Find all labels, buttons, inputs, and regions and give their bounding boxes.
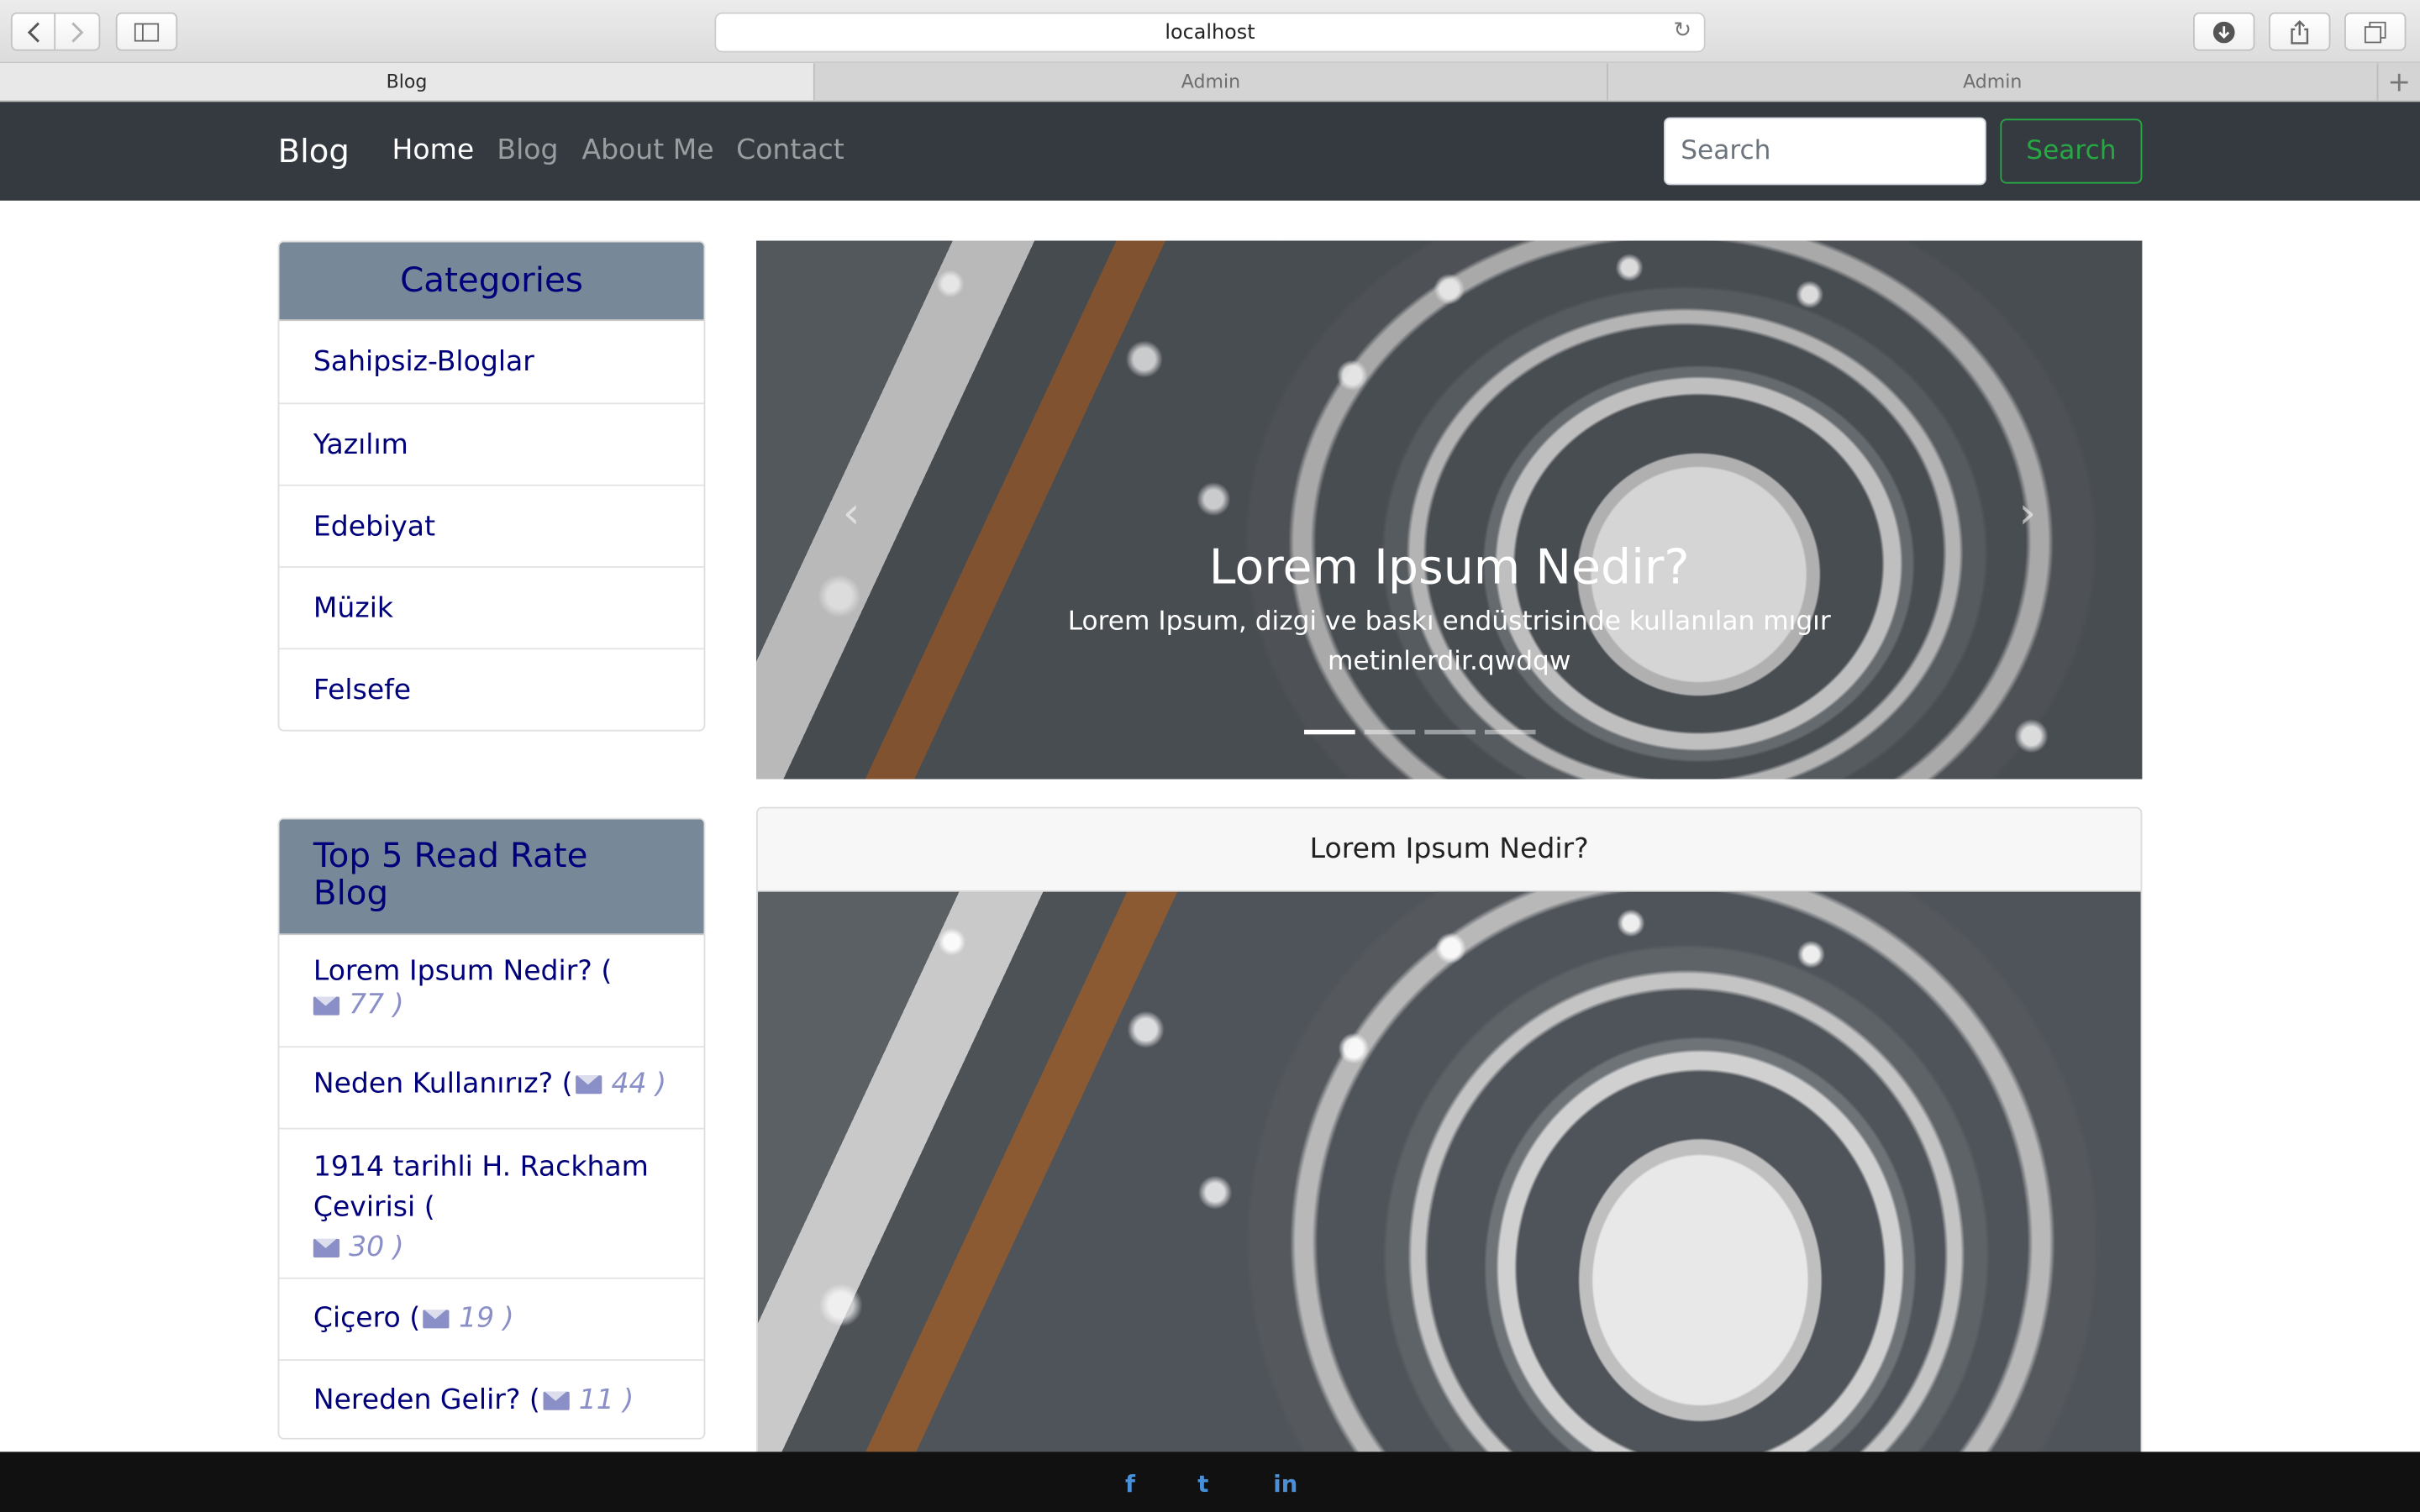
- tab-bar: Blog Admin Admin +: [0, 63, 2420, 102]
- share-button[interactable]: [2269, 12, 2331, 51]
- carousel-indicator[interactable]: [1364, 729, 1416, 735]
- count-close: ): [502, 1302, 514, 1335]
- new-tab-icon[interactable]: +: [2378, 63, 2420, 100]
- envelope-icon: [313, 996, 340, 1016]
- post-title[interactable]: Lorem Ipsum Nedir?: [757, 808, 2141, 892]
- forward-button[interactable]: [55, 12, 101, 51]
- read-count: 11: [578, 1383, 614, 1417]
- site-navbar: Blog Home Blog About Me Contact Search S…: [0, 102, 2420, 201]
- envelope-icon: [543, 1391, 570, 1410]
- nav-link-contact[interactable]: Contact: [736, 134, 844, 167]
- read-count: 77: [349, 989, 385, 1021]
- downloads-button[interactable]: [2193, 12, 2255, 51]
- nav-link-about[interactable]: About Me: [581, 134, 713, 167]
- top-blog-title: Nereden Gelir? (: [313, 1383, 540, 1417]
- top-blogs-title: Top 5 Read Rate Blog: [279, 819, 704, 936]
- envelope-icon: [313, 1238, 340, 1257]
- top-blog-title: Çiçero (: [313, 1302, 421, 1335]
- nav-link-blog[interactable]: Blog: [497, 134, 558, 167]
- sidebar-toggle-button[interactable]: [115, 12, 178, 51]
- carousel-caption: Lorem Ipsum Nedir? Lorem Ipsum, dizgi ve…: [1026, 537, 1872, 682]
- top-blog-item[interactable]: Nereden Gelir? ( 11 ): [279, 1359, 704, 1438]
- read-count: 19: [459, 1302, 495, 1335]
- category-item[interactable]: Müzik: [279, 566, 704, 648]
- back-button[interactable]: [10, 12, 56, 51]
- download-icon: [2212, 20, 2235, 43]
- site-footer: f t in: [0, 1452, 2420, 1512]
- facebook-icon[interactable]: f: [1125, 1470, 1135, 1498]
- chevron-right-icon: [71, 21, 84, 42]
- top-blog-title: 1914 tarihli H. Rackham Çevirisi (: [313, 1151, 649, 1224]
- search-button[interactable]: Search: [2000, 118, 2143, 184]
- top-blog-item[interactable]: Lorem Ipsum Nedir? ( 77 ): [279, 935, 703, 1046]
- categories-title: Categories: [279, 242, 704, 322]
- top-blog-title: Lorem Ipsum Nedir? (: [313, 954, 613, 988]
- carousel-indicator[interactable]: [1304, 729, 1355, 735]
- top-blogs-card: Top 5 Read Rate Blog Lorem Ipsum Nedir? …: [277, 817, 706, 1440]
- carousel-next-icon[interactable]: ›: [2018, 487, 2036, 538]
- post-card: Lorem Ipsum Nedir?: [756, 806, 2143, 1512]
- count-close: ): [392, 1231, 404, 1264]
- twitter-icon[interactable]: t: [1197, 1470, 1208, 1498]
- navbar-brand[interactable]: Blog: [278, 133, 350, 170]
- nav-link-home[interactable]: Home: [392, 134, 475, 167]
- category-item[interactable]: Yazılım: [279, 402, 704, 484]
- tabs-overview-button[interactable]: [2344, 12, 2407, 51]
- sidebar-icon: [134, 22, 160, 41]
- read-count: 44: [611, 1068, 647, 1100]
- top-blog-item[interactable]: Neden Kullanırız? ( 44 ): [279, 1046, 704, 1127]
- carousel-overlay: [756, 240, 2143, 780]
- history-buttons: [10, 12, 101, 51]
- reload-icon[interactable]: ↻: [1674, 18, 1692, 43]
- carousel-prev-icon[interactable]: ‹: [843, 487, 860, 538]
- linkedin-icon[interactable]: in: [1273, 1470, 1297, 1498]
- category-item[interactable]: Sahipsiz-Bloglar: [279, 321, 703, 402]
- count-close: ): [392, 989, 404, 1021]
- envelope-icon: [576, 1075, 602, 1095]
- post-image[interactable]: [757, 891, 2141, 1512]
- count-close: ): [655, 1068, 667, 1100]
- top-blog-title: Neden Kullanırız? (: [313, 1068, 573, 1100]
- tab-admin-2[interactable]: Admin: [1608, 63, 2379, 101]
- hero-carousel[interactable]: ‹ › Lorem Ipsum Nedir? Lorem Ipsum, dizg…: [756, 240, 2143, 780]
- carousel-indicator[interactable]: [1424, 729, 1476, 735]
- read-count: 30: [349, 1231, 385, 1264]
- top-blog-item[interactable]: Çiçero ( 19 ): [279, 1277, 704, 1359]
- url-text: localhost: [1165, 20, 1255, 45]
- categories-card: Categories Sahipsiz-Bloglar Yazılım Edeb…: [277, 240, 706, 732]
- browser-toolbar: localhost ↻: [0, 0, 2420, 64]
- address-bar[interactable]: localhost ↻: [714, 12, 1706, 53]
- chevron-left-icon: [26, 21, 39, 42]
- count-close: ): [623, 1383, 634, 1417]
- top-blog-item[interactable]: 1914 tarihli H. Rackham Çevirisi ( 30 ): [279, 1127, 704, 1278]
- category-item[interactable]: Felsefe: [279, 648, 704, 729]
- carousel-indicator[interactable]: [1484, 729, 1536, 735]
- envelope-icon: [423, 1310, 450, 1329]
- tabs-icon: [2364, 20, 2386, 43]
- share-icon: [2291, 19, 2309, 44]
- carousel-indicators: [1304, 729, 1536, 735]
- tab-blog[interactable]: Blog: [0, 63, 815, 101]
- search-input[interactable]: Search: [1664, 117, 1986, 186]
- carousel-title: Lorem Ipsum Nedir?: [1208, 539, 1690, 596]
- category-item[interactable]: Edebiyat: [279, 484, 704, 566]
- tab-admin-1[interactable]: Admin: [815, 63, 1608, 101]
- carousel-text: Lorem Ipsum, dizgi ve baskı endüstrisind…: [1067, 606, 1831, 678]
